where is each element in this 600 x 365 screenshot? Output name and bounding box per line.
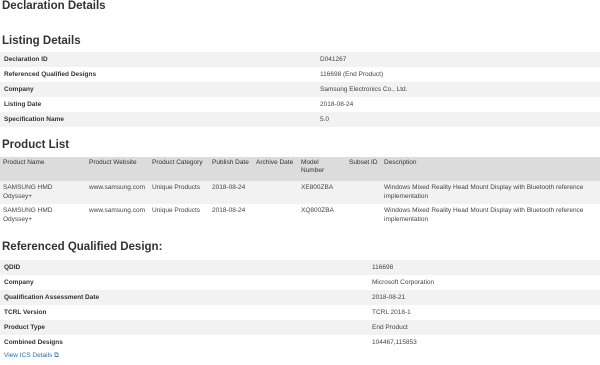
table-row: SAMSUNG HMD Odyssey+ www.samsung.com Uni… bbox=[0, 181, 600, 204]
row-value: 5.0 bbox=[320, 116, 330, 123]
row-value: Samsung Electronics Co., Ltd. bbox=[320, 86, 408, 93]
row-value: 2018-08-24 bbox=[320, 101, 354, 108]
listing-details-list: Declaration ID D041267 Referenced Qualifi… bbox=[0, 52, 600, 127]
product-website-cell: www.samsung.com bbox=[86, 181, 149, 204]
rqd-row-assessment-date: Qualification Assessment Date 2018-08-21 bbox=[0, 290, 600, 305]
product-category-cell: Unique Products bbox=[152, 207, 201, 214]
column-header[interactable]: Description bbox=[381, 157, 600, 181]
product-category-cell: Unique Products bbox=[149, 181, 209, 204]
product-list-heading: Product List bbox=[2, 139, 70, 151]
row-label: Referenced Qualified Designs bbox=[4, 71, 97, 78]
rqd-row-qdid: QDID 116698 bbox=[0, 260, 600, 275]
column-header[interactable]: Product Website bbox=[86, 157, 149, 181]
row-label: QDID bbox=[4, 264, 21, 271]
listing-details-heading: Listing Details bbox=[2, 35, 81, 47]
model-number-cell: XQ800ZBA bbox=[301, 207, 334, 214]
listing-row-company: Company Samsung Electronics Co., Ltd. bbox=[0, 82, 600, 97]
row-value: 2018-08-21 bbox=[372, 294, 406, 301]
row-value: D041267 bbox=[320, 56, 347, 63]
product-table-header: Product Name Product Website Product Cat… bbox=[0, 157, 600, 181]
listing-row-referenced-designs: Referenced Qualified Designs 116698 (End … bbox=[0, 67, 600, 82]
row-label: Declaration ID bbox=[4, 56, 48, 63]
row-value: End Product bbox=[372, 324, 408, 331]
referenced-design-list: QDID 116698 Company Microsoft Corporation … bbox=[0, 260, 600, 350]
column-header[interactable]: Model Number bbox=[298, 157, 346, 181]
referenced-design-heading: Referenced Qualified Design: bbox=[2, 241, 163, 253]
model-number-cell: XE800ZBA bbox=[298, 181, 346, 204]
row-value: 116698 (End Product) bbox=[320, 71, 384, 78]
row-label: Listing Date bbox=[4, 101, 42, 108]
column-header[interactable]: Product Category bbox=[149, 157, 209, 181]
publish-date-cell: 2018-08-24 bbox=[212, 207, 246, 214]
row-label: Product Type bbox=[4, 324, 46, 331]
subset-id-cell bbox=[346, 204, 381, 227]
row-value: 104467,115853 bbox=[372, 339, 417, 346]
listing-row-listing-date: Listing Date 2018-08-24 bbox=[0, 97, 600, 112]
qdid-link[interactable]: 116698 bbox=[372, 260, 393, 275]
rqd-row-tcrl-version: TCRL Version TCRL 2018-1 bbox=[0, 305, 600, 320]
row-label: Company bbox=[4, 279, 34, 286]
description-cell: Windows Mixed Reality Head Mount Display… bbox=[384, 207, 584, 223]
column-header[interactable]: Publish Date bbox=[209, 157, 253, 181]
page-title: Declaration Details bbox=[2, 0, 106, 12]
row-label: Combined Designs bbox=[4, 339, 63, 346]
column-header[interactable]: Subset ID bbox=[346, 157, 381, 181]
rqd-row-company: Company Microsoft Corporation bbox=[0, 275, 600, 290]
publish-date-cell: 2018-08-24 bbox=[209, 181, 253, 204]
column-header[interactable]: Product Name bbox=[0, 157, 86, 181]
row-value: Microsoft Corporation bbox=[372, 279, 435, 286]
subset-id-cell bbox=[346, 181, 381, 204]
row-label: Company bbox=[4, 86, 34, 93]
product-name-cell: SAMSUNG HMD Odyssey+ bbox=[3, 207, 53, 223]
product-website-cell: www.samsung.com bbox=[89, 207, 145, 214]
column-header[interactable]: Archive Date bbox=[253, 157, 298, 181]
product-table: Product Name Product Website Product Cat… bbox=[0, 157, 600, 227]
product-name-cell: SAMSUNG HMD Odyssey+ bbox=[0, 181, 86, 204]
description-cell: Windows Mixed Reality Head Mount Display… bbox=[381, 181, 600, 204]
row-label: Qualification Assessment Date bbox=[4, 294, 100, 301]
row-label: Specification Name bbox=[4, 116, 64, 123]
view-ics-details-link[interactable]: View ICS Details ⧉ bbox=[4, 352, 59, 360]
listing-row-declaration-id: Declaration ID D041267 bbox=[0, 52, 600, 67]
row-value: TCRL 2018-1 bbox=[372, 309, 411, 316]
rqd-row-combined-designs: Combined Designs 104467,115853 bbox=[0, 335, 600, 350]
rqd-row-product-type: Product Type End Product bbox=[0, 320, 600, 335]
archive-date-cell bbox=[253, 181, 298, 204]
listing-row-specification-name: Specification Name 5.0 bbox=[0, 112, 600, 127]
archive-date-cell bbox=[253, 204, 298, 227]
table-row: SAMSUNG HMD Odyssey+ www.samsung.com Uni… bbox=[0, 204, 600, 227]
row-label: TCRL Version bbox=[4, 309, 47, 316]
